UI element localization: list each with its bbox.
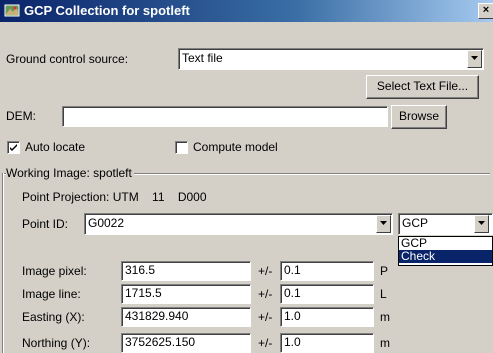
image-pixel-pm: +/- xyxy=(258,264,273,278)
easting-tolerance-input[interactable]: 1.0 xyxy=(280,307,374,327)
image-line-label: Image line: xyxy=(22,287,81,301)
window-title: GCP Collection for spotleft xyxy=(24,3,190,18)
dem-input[interactable] xyxy=(62,106,388,127)
northing-pm: +/- xyxy=(258,336,273,350)
checkmark-icon xyxy=(10,144,17,151)
image-pixel-label: Image pixel: xyxy=(22,264,87,278)
working-image-group-border-left xyxy=(2,173,4,353)
point-type-listbox[interactable]: GCP Check xyxy=(398,236,493,266)
app-icon xyxy=(4,3,20,19)
browse-button[interactable]: Browse xyxy=(391,105,447,129)
image-line-unit: L xyxy=(380,287,387,301)
point-type-option-check[interactable]: Check xyxy=(399,250,492,263)
ground-control-dropdown-button[interactable] xyxy=(467,50,482,68)
image-line-pm: +/- xyxy=(258,287,273,301)
point-type-value: GCP xyxy=(402,216,429,230)
image-pixel-input[interactable]: 316.5 xyxy=(121,261,251,281)
easting-input[interactable]: 431829.940 xyxy=(121,307,251,327)
easting-pm: +/- xyxy=(258,310,273,324)
ground-control-label: Ground control source: xyxy=(6,52,129,66)
northing-tolerance-input[interactable]: 1.0 xyxy=(280,333,374,353)
image-pixel-unit: P xyxy=(380,264,389,278)
auto-locate-label: Auto locate xyxy=(25,140,86,154)
point-type-dropdown-button[interactable] xyxy=(474,215,489,233)
chevron-down-icon xyxy=(471,56,478,60)
image-line-input[interactable]: 1715.5 xyxy=(121,284,251,304)
point-id-value: G0022 xyxy=(88,216,125,230)
point-id-dropdown[interactable]: G0022 xyxy=(84,213,393,235)
ground-control-dropdown[interactable]: Text file xyxy=(178,48,484,70)
point-id-label: Point ID: xyxy=(22,217,69,231)
compute-model-label: Compute model xyxy=(193,140,278,154)
easting-unit: m xyxy=(380,310,390,324)
select-text-file-button[interactable]: Select Text File... xyxy=(366,75,479,99)
chevron-down-icon xyxy=(478,221,485,225)
close-button[interactable]: × xyxy=(478,3,493,19)
working-image-group-label: Working Image: spotleft xyxy=(6,164,134,182)
northing-label: Northing (Y): xyxy=(22,336,91,350)
point-id-dropdown-button[interactable] xyxy=(376,215,391,233)
image-pixel-tolerance-input[interactable]: 0.1 xyxy=(280,261,374,281)
title-bar[interactable]: GCP Collection for spotleft × xyxy=(0,0,493,22)
chevron-down-icon xyxy=(380,221,387,225)
northing-input[interactable]: 3752625.150 xyxy=(121,333,251,353)
image-line-tolerance-input[interactable]: 0.1 xyxy=(280,284,374,304)
easting-label: Easting (X): xyxy=(22,310,85,324)
dem-label: DEM: xyxy=(6,109,36,123)
ground-control-value: Text file xyxy=(182,51,223,65)
auto-locate-checkbox[interactable] xyxy=(7,141,20,154)
northing-unit: m xyxy=(380,336,390,350)
compute-model-checkbox[interactable] xyxy=(175,141,188,154)
point-projection-label: Point Projection: UTM 11 D000 xyxy=(22,190,207,204)
